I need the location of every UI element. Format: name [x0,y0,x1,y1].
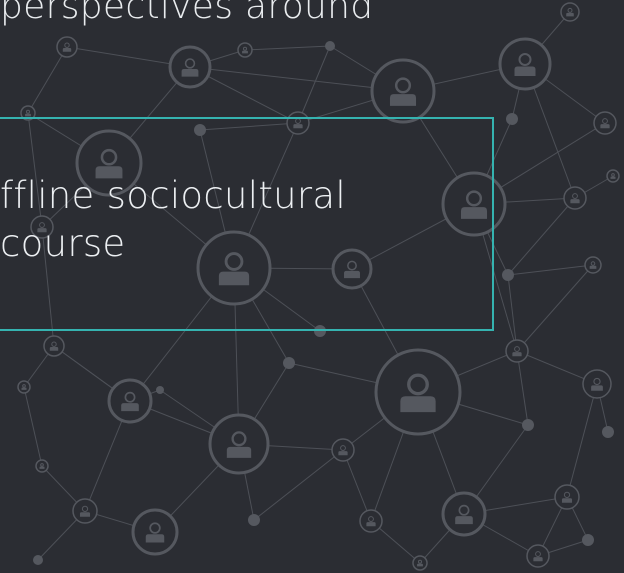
person-icon [107,378,153,424]
network-edge [516,264,594,352]
person-icon [43,335,65,357]
person-icon [582,369,612,399]
person-icon [498,37,552,91]
network-edge [27,46,68,114]
network-node [506,113,518,125]
network-edge [253,449,344,521]
person-icon [35,459,49,473]
person-icon [441,491,487,537]
person-icon [526,544,550,568]
person-icon [168,45,212,89]
person-icon [593,111,617,135]
network-node [283,357,295,369]
person-icon [131,508,179,556]
network-edge [297,45,331,124]
network-node [602,426,614,438]
person-icon [237,42,253,58]
person-icon [374,348,462,436]
person-icon [412,555,428,571]
person-icon [208,413,270,475]
network-node [248,514,260,526]
network-edge [507,264,594,276]
person-icon [505,339,529,363]
person-icon [563,186,587,210]
network-edge [23,386,43,467]
network-node [156,386,164,394]
network-edge [507,197,576,276]
network-edge [244,45,331,51]
slide-text-top: perspectives around [0,0,374,27]
person-icon [606,169,620,183]
person-icon [560,2,580,22]
network-node [33,555,43,565]
person-icon [554,484,580,510]
highlight-box-line-2: course [0,222,126,265]
network-node [522,419,534,431]
person-icon [56,36,78,58]
person-icon [359,509,383,533]
network-edge [566,383,598,498]
highlight-box-line-1: ffline sociocultural [0,174,346,217]
person-icon [331,438,355,462]
person-icon [370,58,436,124]
person-icon [584,256,602,274]
network-node [325,41,335,51]
network-node [502,269,514,281]
person-icon [17,380,31,394]
person-icon [72,498,98,524]
network-node [582,534,594,546]
